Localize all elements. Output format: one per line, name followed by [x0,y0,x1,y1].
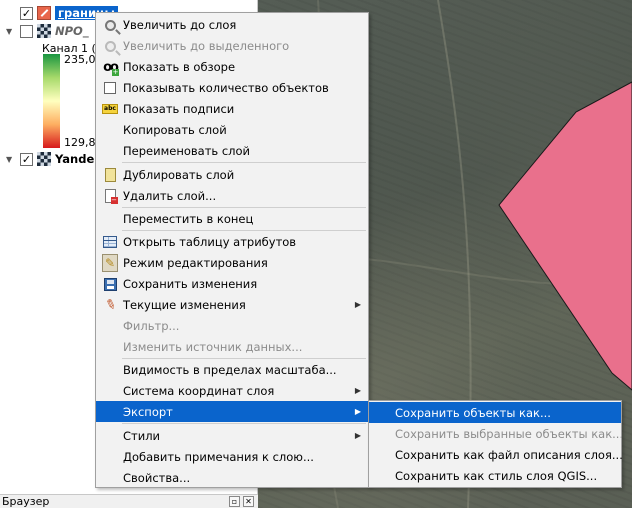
pencil-icon: ✎ [102,254,118,272]
submenu-arrow-icon: ▶ [354,431,361,440]
layer-row-npo[interactable]: ▼ NPO_ [6,22,89,40]
menu-item-open-attribute-table[interactable]: Открыть таблицу атрибутов [96,231,368,252]
menu-item-copy-layer[interactable]: Копировать слой [96,119,368,140]
layer-visibility-checkbox[interactable]: ✓ [20,152,33,166]
menu-separator [122,423,366,424]
menu-item-toggle-editing[interactable]: ✎ Режим редактирования [96,252,368,273]
menu-item-show-labels[interactable]: abc Показать подписи [96,98,368,119]
submenu-arrow-icon: ▶ [354,386,361,395]
submenu-item-save-selected-as[interactable]: Сохранить выбранные объекты как... [369,423,623,444]
duplicate-icon [104,168,116,182]
menu-item-zoom-to-layer[interactable]: Увеличить до слоя [96,14,368,35]
menu-item-show-feature-count[interactable]: Показывать количество объектов [96,77,368,98]
menu-item-scale-visibility[interactable]: Видимость в пределах масштаба... [96,359,368,380]
submenu-arrow-icon: ▶ [354,407,361,416]
menu-item-filter[interactable]: Фильтр... [96,315,368,336]
raster-layer-icon [37,152,51,166]
menu-item-rename-layer[interactable]: Переименовать слой [96,140,368,161]
submenu-item-save-qgis-style[interactable]: Сохранить как стиль слоя QGIS... [369,465,621,486]
table-icon [103,236,117,248]
menu-item-zoom-to-selection[interactable]: Увеличить до выделенного [96,35,368,56]
plus-badge-icon: + [112,68,119,76]
submenu-arrow-icon: ▶ [354,300,361,309]
menu-item-layer-crs[interactable]: Система координат слоя ▶ [96,380,368,401]
vector-layer-icon [37,6,51,20]
zoom-icon [104,19,116,31]
menu-item-add-notes[interactable]: Добавить примечания к слою... [96,446,368,467]
menu-item-remove-layer[interactable]: − Удалить слой... [96,185,368,206]
layer-row-yandex[interactable]: ▼ ✓ Yande [6,150,94,168]
color-ramp [43,54,60,148]
menu-item-export[interactable]: Экспорт ▶ [96,401,368,422]
edits-icon: ✎ [102,296,118,314]
layer-visibility-checkbox[interactable] [20,24,33,38]
layer-name[interactable]: Yande [55,152,94,166]
browser-panel-header: Браузер ▫ ✕ [0,494,258,508]
menu-item-save-edits[interactable]: Сохранить изменения [96,273,368,294]
menu-item-change-source[interactable]: Изменить источник данных... [96,336,368,357]
close-panel-icon[interactable]: ✕ [243,496,254,507]
save-icon [103,277,117,291]
export-submenu: Сохранить объекты как... Сохранить выбра… [368,400,623,488]
collapse-arrow-icon[interactable]: ▼ [6,27,16,36]
menu-item-show-in-overview[interactable]: oo + Показать в обзоре [96,56,368,77]
boundary-polygon[interactable] [498,81,632,391]
float-panel-icon[interactable]: ▫ [229,496,240,507]
menu-item-properties[interactable]: Свойства... [96,467,368,488]
collapse-arrow-icon[interactable]: ▼ [6,155,16,164]
menu-item-duplicate-layer[interactable]: Дублировать слой [96,164,368,185]
layer-name[interactable]: NPO_ [55,24,89,38]
submenu-item-save-layer-definition[interactable]: Сохранить как файл описания слоя... [369,444,623,465]
zoom-selection-icon [104,40,116,52]
menu-separator [122,162,366,163]
menu-item-current-edits[interactable]: ✎ Текущие изменения ▶ [96,294,368,315]
browser-panel-title: Браузер [2,495,50,508]
remove-layer-icon: − [104,189,118,204]
submenu-item-save-features-as[interactable]: Сохранить объекты как... [369,402,621,423]
menu-item-move-to-bottom[interactable]: Переместить в конец [96,208,368,229]
layer-visibility-checkbox[interactable]: ✓ [20,6,33,20]
labels-icon: abc [102,104,118,114]
raster-layer-icon [37,24,51,38]
layer-context-menu: Увеличить до слоя Увеличить до выделенно… [95,12,369,488]
checkbox-icon[interactable] [104,82,116,94]
menu-item-styles[interactable]: Стили ▶ [96,425,368,446]
